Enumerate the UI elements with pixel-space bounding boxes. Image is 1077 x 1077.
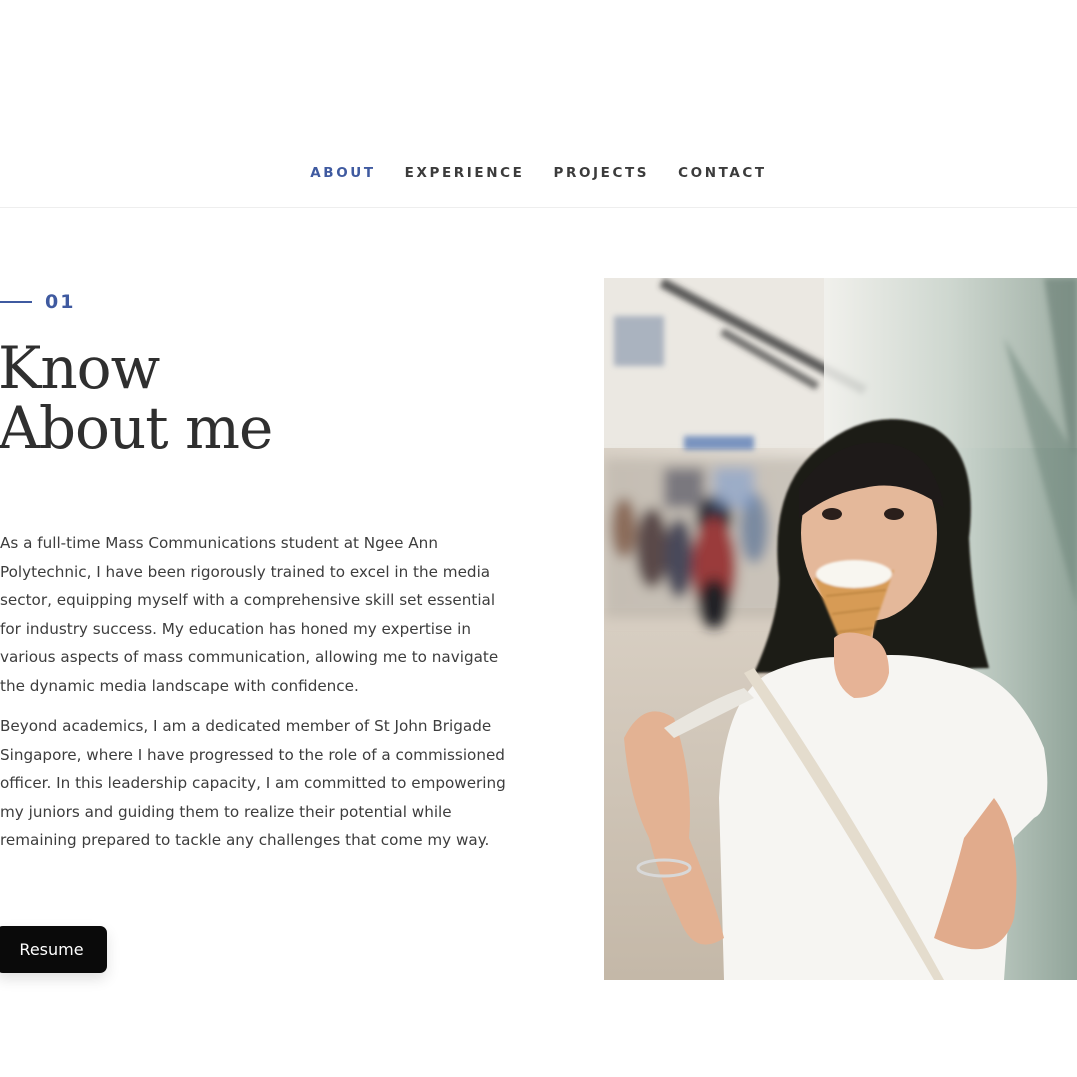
section-number-text: 01 bbox=[45, 291, 76, 313]
nav-link-experience[interactable]: EXPERIENCE bbox=[405, 165, 525, 181]
nav-list: ABOUT EXPERIENCE PROJECTS CONTACT bbox=[0, 162, 1077, 182]
resume-button[interactable]: Resume bbox=[0, 926, 107, 973]
about-heading: Know About me bbox=[0, 334, 273, 462]
section-divider-line bbox=[0, 301, 32, 303]
nav-item-projects: PROJECTS bbox=[553, 162, 649, 182]
heading-line-1: Know bbox=[0, 334, 160, 402]
about-paragraph-2: Beyond academics, I am a dedicated membe… bbox=[0, 717, 506, 850]
nav-item-experience: EXPERIENCE bbox=[405, 162, 525, 182]
profile-photo bbox=[604, 278, 1077, 980]
section-number: 01 bbox=[0, 290, 75, 314]
nav-link-projects[interactable]: PROJECTS bbox=[553, 165, 649, 181]
about-paragraph-1: As a full-time Mass Communications stude… bbox=[0, 534, 499, 695]
nav-link-contact[interactable]: CONTACT bbox=[678, 165, 767, 181]
heading-line-2: About me bbox=[0, 394, 273, 462]
top-navigation: ABOUT EXPERIENCE PROJECTS CONTACT bbox=[0, 0, 1077, 208]
nav-item-about: ABOUT bbox=[310, 162, 375, 182]
nav-link-about[interactable]: ABOUT bbox=[310, 165, 375, 181]
nav-item-contact: CONTACT bbox=[678, 162, 767, 182]
